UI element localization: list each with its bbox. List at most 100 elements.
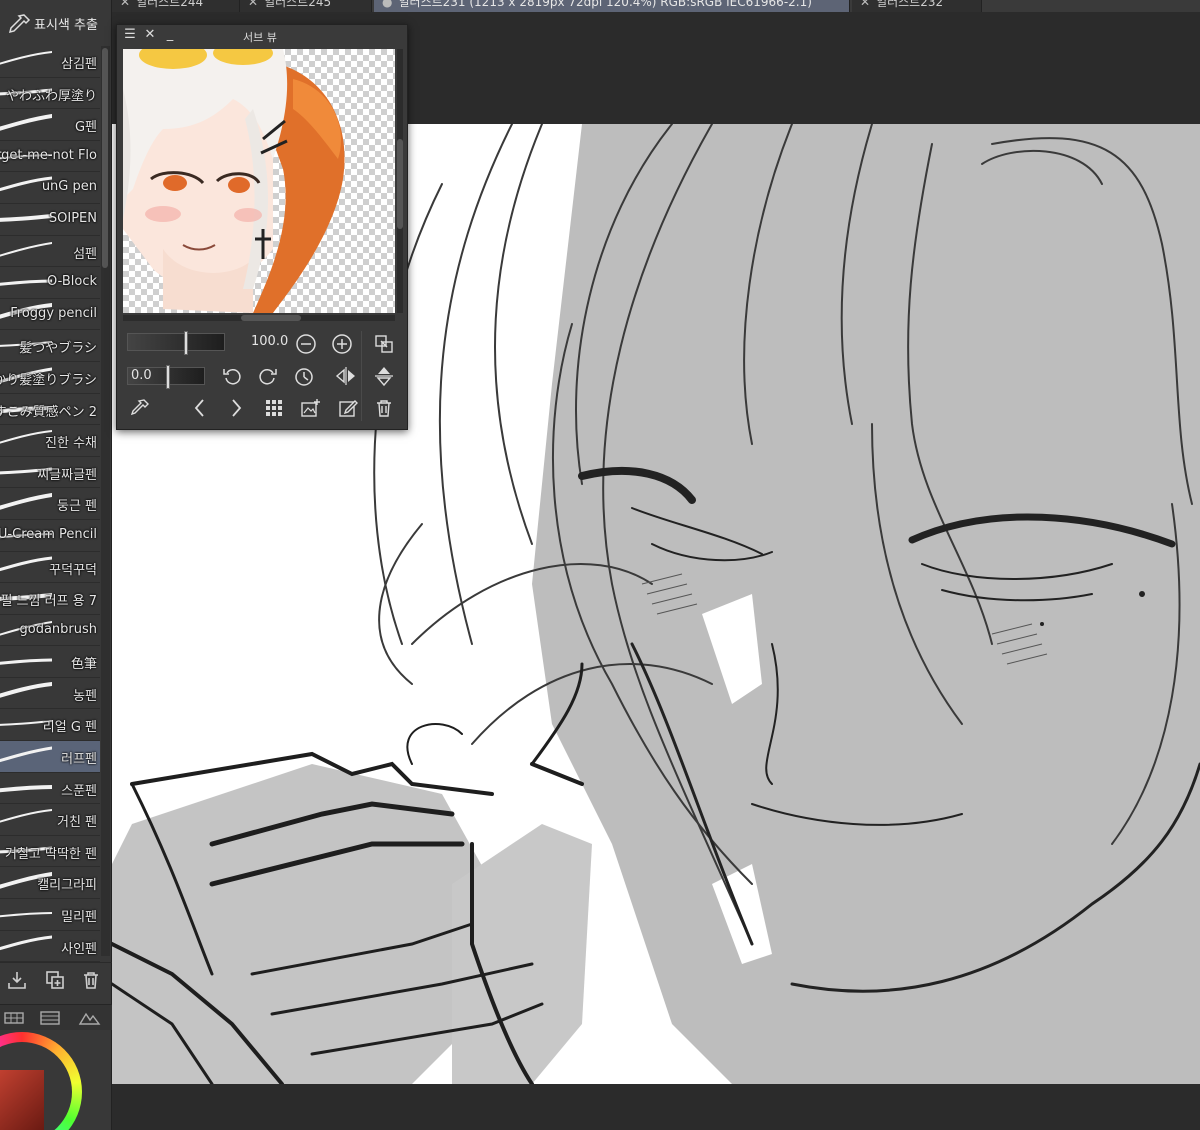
brush-item[interactable]: 찌글짜글펜 (0, 457, 100, 489)
reset-rotation-icon[interactable] (293, 365, 315, 387)
brush-item[interactable]: SOIPEN (0, 204, 100, 236)
brush-item[interactable]: 사인펜 (0, 931, 100, 963)
brush-stroke-preview (0, 114, 52, 131)
menu-icon[interactable]: ☰ (123, 28, 137, 42)
brush-name: 농펜 (73, 688, 97, 704)
brush-name: すこみ質感ペン 2 (0, 404, 97, 420)
brush-item[interactable]: 밀리펜 (0, 899, 100, 931)
color-picker-tool-header[interactable]: 표시색 추출 (0, 6, 112, 40)
brush-name: 섬펜 (73, 246, 97, 262)
close-icon[interactable]: ✕ (860, 0, 870, 9)
brush-actions-bar (0, 962, 112, 998)
eyedropper-icon[interactable] (129, 397, 151, 419)
brush-name: 둥근 펜 (56, 499, 97, 515)
brush-item[interactable]: Froggy pencil (0, 299, 100, 331)
brush-item[interactable]: かり髪塗りブラシ (0, 362, 100, 394)
brush-name: U-Cream Pencil (0, 526, 97, 542)
edit-image-icon[interactable] (337, 397, 359, 419)
close-icon[interactable]: ✕ (143, 28, 157, 42)
sub-view-panel: ☰ ✕ _ 서브 뷰 100.0 0.0 (116, 24, 408, 430)
close-icon[interactable]: ✕ (248, 0, 258, 9)
duplicate-icon[interactable] (44, 969, 66, 991)
previous-image-icon[interactable] (189, 397, 211, 419)
brush-name: 필 느낌 러프 용 7 (0, 594, 97, 610)
grid-view-icon[interactable] (263, 397, 285, 419)
controls-divider (361, 331, 362, 421)
flip-horizontal-icon[interactable] (335, 365, 357, 387)
sub-view-titlebar[interactable]: ☰ ✕ _ 서브 뷰 (117, 25, 407, 47)
brush-item[interactable]: U-Cream Pencil (0, 520, 100, 552)
trash-icon[interactable] (80, 969, 102, 991)
brush-item[interactable]: 섬펜 (0, 236, 100, 268)
brush-item[interactable]: 삼김펜 (0, 46, 100, 78)
zoom-out-icon[interactable] (295, 333, 317, 355)
zoom-slider-knob[interactable] (184, 331, 188, 355)
brush-name: G펜 (74, 120, 97, 136)
brush-item[interactable]: すこみ質感ペン 2 (0, 394, 100, 426)
brush-stroke-preview (0, 935, 52, 950)
brush-sub-tool-panel: 표시색 추출 삼김펜 やわふわ厚塗り G펜 Forget-me-not Flo unG … (0, 0, 112, 1130)
brush-name: 진한 수채 (45, 436, 97, 452)
brush-list: 삼김펜 やわふわ厚塗り G펜 Forget-me-not Flo unG pen SOIP… (0, 46, 100, 963)
brush-item[interactable]: 필 느낌 러프 용 7 (0, 583, 100, 615)
brush-item[interactable]: 리얼 G 펜 (0, 709, 100, 742)
rotate-value: 0.0 (131, 368, 152, 383)
import-image-icon[interactable] (299, 397, 321, 419)
brush-item[interactable]: 色筆 (0, 646, 100, 678)
brush-item[interactable]: O-Block (0, 267, 100, 299)
sub-view-vertical-scrollbar[interactable] (397, 49, 403, 313)
brush-stroke-preview (0, 279, 52, 286)
brush-item[interactable]: 거칠고 딱딱한 펜 (0, 836, 100, 868)
brush-item[interactable]: unG pen (0, 172, 100, 204)
brush-item[interactable]: 거친 펜 (0, 804, 100, 836)
rotate-left-icon[interactable] (221, 365, 243, 387)
saturation-value-square[interactable] (0, 1070, 44, 1130)
sub-view-reference-image[interactable] (123, 49, 395, 313)
flip-vertical-icon[interactable] (373, 365, 395, 387)
brush-name: 찌글짜글펜 (37, 467, 97, 483)
trash-icon[interactable] (373, 397, 395, 419)
import-icon[interactable] (6, 969, 28, 991)
brush-item[interactable]: G펜 (0, 109, 100, 141)
tab-document-232[interactable]: ✕ 일러스트232 (852, 0, 982, 12)
brush-item[interactable]: 농펜 (0, 678, 100, 710)
brush-name: 사인펜 (61, 941, 97, 957)
brush-item[interactable]: godanbrush (0, 615, 100, 647)
color-history-icon[interactable] (38, 1009, 62, 1027)
brush-name: Froggy pencil (10, 305, 97, 321)
brush-name: 러프펜 (61, 752, 97, 768)
zoom-slider[interactable] (127, 331, 225, 355)
brush-item[interactable]: 러프펜 (0, 741, 100, 773)
tab-document-245[interactable]: ✕ 일러스트245 (240, 0, 372, 12)
brush-item[interactable]: 둥근 펜 (0, 488, 100, 520)
rotate-right-icon[interactable] (257, 365, 279, 387)
brush-item[interactable]: やわふわ厚塗り (0, 78, 100, 110)
fit-view-icon[interactable] (373, 333, 395, 355)
brush-item[interactable]: 캘리그라피 (0, 867, 100, 900)
color-set-icon[interactable] (2, 1009, 26, 1027)
zoom-value: 100.0 (251, 334, 289, 349)
brush-name: 삼김펜 (61, 57, 97, 72)
sub-view-horizontal-scrollbar[interactable] (123, 315, 395, 321)
brush-name: かり髪塗りブラシ (0, 372, 97, 388)
brush-name: SOIPEN (48, 210, 97, 226)
next-image-icon[interactable] (225, 397, 247, 419)
brush-stroke-preview (0, 784, 52, 792)
brush-item[interactable]: 髪つやブラシ (0, 330, 100, 362)
reference-illustration (123, 49, 345, 313)
zoom-in-icon[interactable] (331, 333, 353, 355)
tab-document-231[interactable]: ● 일러스트231 (1213 x 2819px 72dpi 120.4%) RG… (374, 0, 850, 12)
brush-item[interactable]: 진한 수채 (0, 425, 100, 457)
brush-stroke-preview (0, 241, 52, 257)
brush-item[interactable]: 꾸덕꾸덕 (0, 552, 100, 584)
minimize-icon[interactable]: _ (163, 28, 177, 42)
tab-document-244[interactable]: ✕ 일러스트244 (112, 0, 240, 12)
rotate-slider-knob[interactable] (166, 365, 170, 389)
brush-item[interactable]: 스푼펜 (0, 773, 100, 805)
brush-list-scrollbar-thumb[interactable] (102, 48, 108, 268)
brush-stroke-preview (0, 658, 52, 665)
brush-item[interactable]: Forget-me-not Flo (0, 141, 100, 173)
brush-name: Forget-me-not Flo (0, 147, 97, 163)
close-icon[interactable]: ✕ (120, 0, 130, 9)
intermediate-color-icon[interactable] (78, 1009, 102, 1027)
